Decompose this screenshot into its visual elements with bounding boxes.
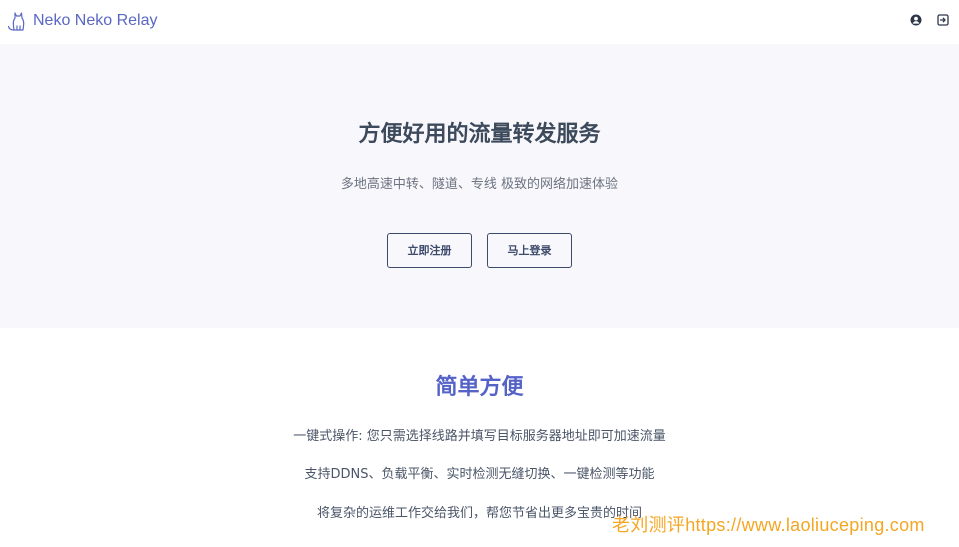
hero-section: 方便好用的流量转发服务 多地高速中转、隧道、专线 极致的网络加速体验 立即注册 … — [0, 44, 959, 328]
register-button[interactable]: 立即注册 — [387, 233, 472, 268]
hero-subtitle: 多地高速中转、隧道、专线 极致的网络加速体验 — [340, 177, 619, 192]
brand-link[interactable]: Neko Neko Relay — [6, 9, 158, 33]
brand-name: Neko Neko Relay — [33, 12, 158, 29]
feature-item: 一键式操作: 您只需选择线路并填写目标服务器地址即可加速流量 — [293, 429, 666, 444]
hero-title: 方便好用的流量转发服务 — [358, 122, 601, 147]
logout-icon[interactable] — [937, 14, 949, 26]
login-button[interactable]: 马上登录 — [487, 233, 572, 268]
cat-logo-icon — [7, 12, 25, 31]
feature-item: 支持DDNS、负载平衡、实时检测无缝切换、一键检测等功能 — [304, 467, 655, 482]
watermark-text: 老刘测评https://www.laoliuceping.com — [612, 515, 925, 535]
features-title: 简单方便 — [435, 375, 524, 400]
top-navbar: Neko Neko Relay — [0, 0, 959, 44]
user-circle-icon[interactable] — [910, 14, 922, 26]
